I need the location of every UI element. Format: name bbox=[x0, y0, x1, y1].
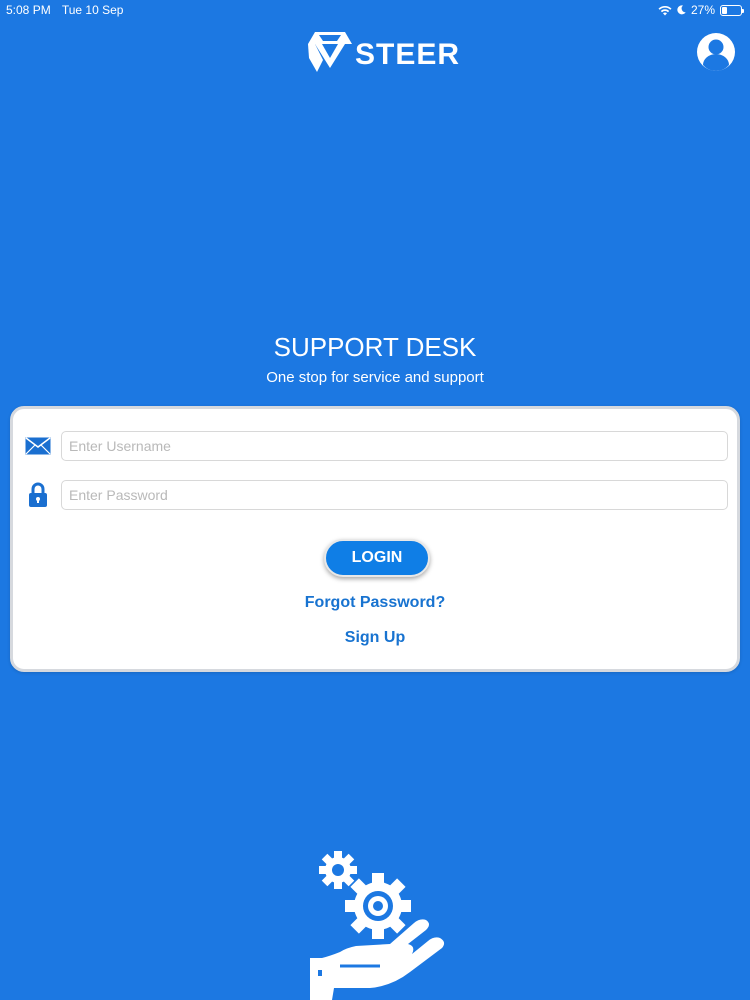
gears-on-hand-icon bbox=[300, 848, 450, 1000]
brand-name: STEER bbox=[355, 38, 461, 71]
wifi-icon bbox=[658, 5, 672, 15]
status-right: 27% bbox=[658, 3, 744, 17]
steer-logo-icon bbox=[308, 32, 352, 72]
lock-icon bbox=[25, 482, 51, 508]
battery-icon bbox=[720, 4, 744, 16]
username-row bbox=[25, 431, 728, 461]
brand-logo: STEER bbox=[307, 30, 460, 74]
moon-icon bbox=[677, 5, 686, 15]
login-card: LOGIN Forgot Password? Sign Up bbox=[10, 406, 740, 672]
envelope-icon bbox=[25, 433, 51, 459]
status-date: Tue 10 Sep bbox=[61, 3, 124, 17]
page-subtitle: One stop for service and support bbox=[266, 369, 484, 386]
username-input[interactable] bbox=[61, 431, 728, 461]
password-input[interactable] bbox=[61, 480, 728, 510]
status-left: 5:08 PM Tue 10 Sep bbox=[6, 3, 131, 17]
page-title: SUPPORT DESK bbox=[273, 332, 477, 362]
password-row bbox=[25, 480, 728, 510]
login-button[interactable]: LOGIN bbox=[324, 539, 430, 577]
battery-percent: 27% bbox=[690, 3, 715, 17]
status-time: 5:08 PM bbox=[6, 3, 51, 17]
user-profile-icon bbox=[697, 33, 735, 72]
profile-button[interactable] bbox=[696, 32, 736, 72]
forgot-password-link[interactable]: Forgot Password? bbox=[13, 594, 737, 612]
sign-up-link[interactable]: Sign Up bbox=[13, 629, 737, 647]
status-bar: 5:08 PM Tue 10 Sep 27% bbox=[0, 0, 750, 20]
